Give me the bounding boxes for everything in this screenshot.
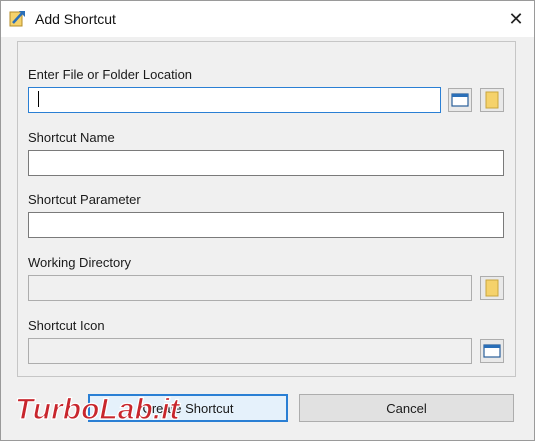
shortcut-name-label: Shortcut Name bbox=[28, 130, 115, 145]
browse-file-button[interactable] bbox=[448, 88, 472, 112]
folder-icon bbox=[485, 91, 499, 109]
shortcut-name-input[interactable] bbox=[28, 150, 504, 176]
cancel-button[interactable]: Cancel bbox=[299, 394, 514, 422]
shortcut-icon-label: Shortcut Icon bbox=[28, 318, 105, 333]
shortcut-arrow-icon bbox=[9, 9, 27, 27]
working-directory-label: Working Directory bbox=[28, 255, 132, 270]
folder-icon bbox=[485, 279, 499, 297]
browse-working-directory-button[interactable] bbox=[480, 276, 504, 300]
browse-icon-button[interactable] bbox=[480, 339, 504, 363]
window-icon bbox=[451, 93, 469, 107]
location-label: Enter File or Folder Location bbox=[28, 67, 193, 82]
close-button[interactable]: ✕ bbox=[498, 1, 534, 37]
browse-folder-button[interactable] bbox=[480, 88, 504, 112]
location-input[interactable] bbox=[28, 87, 441, 113]
shortcut-parameter-label: Shortcut Parameter bbox=[28, 192, 141, 207]
close-icon: ✕ bbox=[508, 8, 524, 29]
shortcut-parameter-input[interactable] bbox=[28, 212, 504, 238]
title-bar: Add Shortcut ✕ bbox=[1, 1, 534, 37]
window-title: Add Shortcut bbox=[35, 11, 116, 27]
turbolab-watermark: TurboLab.it bbox=[14, 392, 182, 426]
window-icon bbox=[483, 344, 501, 358]
shortcut-icon-input[interactable] bbox=[28, 338, 472, 364]
working-directory-input[interactable] bbox=[28, 275, 472, 301]
add-shortcut-dialog: Add Shortcut ✕ Enter File or Folder Loca… bbox=[0, 0, 535, 441]
text-caret bbox=[38, 91, 39, 107]
watermark-text: TurboLab.it bbox=[15, 393, 181, 426]
